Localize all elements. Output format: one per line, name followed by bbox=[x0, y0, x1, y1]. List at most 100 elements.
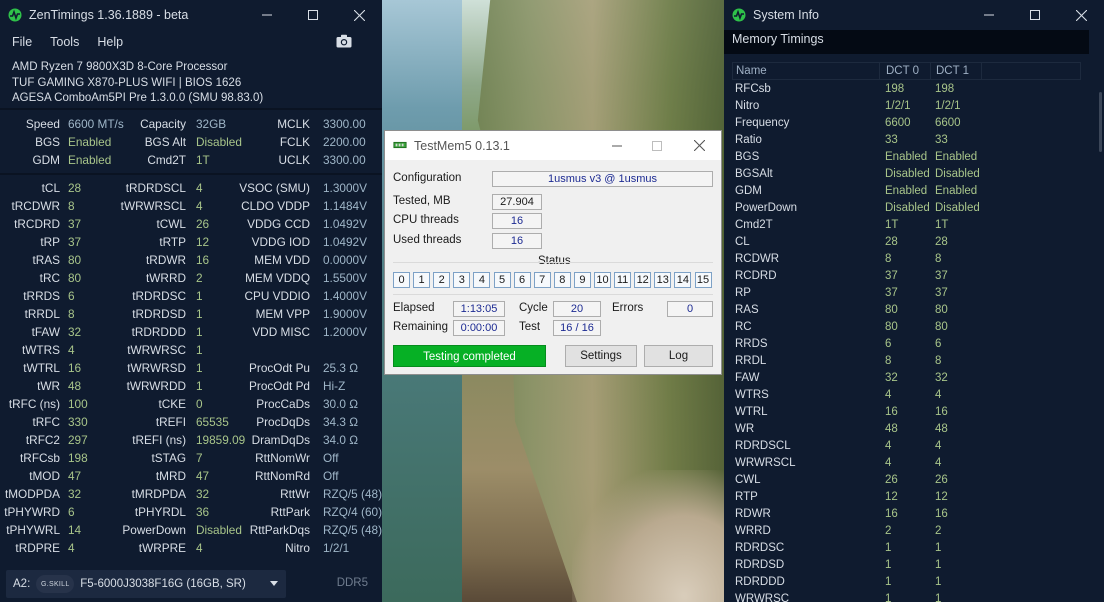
timings-row: GDM Enabled Cmd2T 1T UCLK 3300.00 bbox=[0, 153, 382, 171]
status-label: Status bbox=[538, 255, 571, 267]
timing-value: 8 bbox=[68, 199, 75, 213]
table-row: WRWRSCL 4 4 bbox=[724, 457, 1104, 474]
table-row: RAS 80 80 bbox=[724, 304, 1104, 321]
timing-value: 1.0492V bbox=[323, 217, 367, 231]
dct0-value: 8 bbox=[885, 355, 892, 367]
dct0-value: 4 bbox=[885, 389, 892, 401]
testmem5-titlebar[interactable]: TestMem5 0.13.1 bbox=[385, 131, 721, 160]
system-info-titlebar[interactable]: System Info bbox=[724, 0, 1104, 30]
dct0-value: 2 bbox=[885, 525, 892, 537]
maximize-icon bbox=[1030, 10, 1040, 20]
timing-value: 80 bbox=[68, 271, 82, 285]
configuration-field[interactable]: 1usmus v3 @ 1usmus bbox=[492, 171, 713, 187]
maximize-button[interactable] bbox=[290, 0, 336, 30]
timings-row: tRRDS 6 tRDRDSC 1 CPU VDDIO 1.4000V bbox=[0, 289, 382, 307]
minimize-icon bbox=[612, 145, 622, 146]
minimize-button[interactable] bbox=[966, 0, 1012, 30]
timing-value: 1.3000V bbox=[323, 181, 367, 195]
timing-name: RDRDSD bbox=[735, 559, 785, 571]
dct0-value: 1 bbox=[885, 576, 892, 588]
zentimings-titlebar[interactable]: ZenTimings 1.36.1889 - beta bbox=[0, 0, 382, 30]
dct0-value: 1/2/1 bbox=[885, 100, 911, 112]
column-header-name[interactable]: Name bbox=[736, 65, 767, 77]
cpu-name: AMD Ryzen 7 9800X3D 8-Core Processor bbox=[12, 61, 228, 73]
screenshot-button[interactable] bbox=[336, 34, 352, 51]
dimm-selector[interactable]: A2: G.SKILL F5-6000J3038F16G (16GB, SR) bbox=[6, 570, 286, 598]
timing-label: tMOD bbox=[29, 469, 60, 483]
thread-status-cell: 6 bbox=[513, 272, 531, 288]
minimize-button[interactable] bbox=[244, 0, 290, 30]
dct1-value: 6600 bbox=[935, 117, 961, 129]
column-divider bbox=[930, 63, 931, 79]
thread-status-cell: 10 bbox=[594, 272, 611, 288]
timing-value: 1.2000V bbox=[323, 325, 367, 339]
timing-value: Enabled bbox=[68, 135, 112, 149]
dct0-value: 8 bbox=[885, 253, 892, 265]
scrollbar[interactable] bbox=[1099, 92, 1102, 152]
timing-name: BGSAlt bbox=[735, 168, 773, 180]
timings-row: tRCDWR 8 tWRWRSCL 4 CLDO VDDP 1.1484V bbox=[0, 199, 382, 217]
dct0-value: 6 bbox=[885, 338, 892, 350]
timing-value: Off bbox=[323, 469, 339, 483]
maximize-button[interactable] bbox=[1012, 0, 1058, 30]
timing-value: 330 bbox=[68, 415, 88, 429]
dct1-value: 12 bbox=[935, 491, 948, 503]
timing-name: Cmd2T bbox=[735, 219, 773, 231]
timing-value: 34.3 Ω bbox=[323, 415, 359, 429]
table-row: WR 48 48 bbox=[724, 423, 1104, 440]
table-row: WRRD 2 2 bbox=[724, 525, 1104, 542]
table-row: RP 37 37 bbox=[724, 287, 1104, 304]
thread-status-cell: 4 bbox=[473, 272, 491, 288]
timing-label: tWTRL bbox=[23, 361, 60, 375]
gskill-logo-icon: G.SKILL bbox=[36, 575, 75, 593]
timing-label: Capacity bbox=[140, 117, 186, 131]
log-button[interactable]: Log bbox=[644, 345, 713, 367]
timing-label: tMODPDA bbox=[4, 487, 60, 501]
camera-icon bbox=[336, 34, 352, 48]
timings-row: tRDPRE 4 tWRPRE 4 Nitro 1/2/1 bbox=[0, 541, 382, 559]
timing-label: ProcCaDs bbox=[256, 397, 310, 411]
table-header: Name DCT 0 DCT 1 bbox=[732, 62, 1081, 80]
timing-label: tWRWRSD bbox=[127, 361, 186, 375]
table-row: RRDL 8 8 bbox=[724, 355, 1104, 372]
timing-label: CLDO VDDP bbox=[241, 199, 310, 213]
timing-value: 16 bbox=[196, 253, 210, 267]
settings-button[interactable]: Settings bbox=[565, 345, 637, 367]
minimize-button[interactable] bbox=[597, 131, 637, 161]
column-header-dct0[interactable]: DCT 0 bbox=[886, 65, 919, 77]
timing-name: RDRDSCL bbox=[735, 440, 791, 452]
column-divider bbox=[981, 63, 982, 79]
timing-value: 65535 bbox=[196, 415, 229, 429]
thread-status-cell: 11 bbox=[614, 272, 632, 288]
dct0-value: 198 bbox=[885, 83, 905, 95]
timing-value: 1.4000V bbox=[323, 289, 367, 303]
table-row: CWL 26 26 bbox=[724, 474, 1104, 491]
timing-label: CPU VDDIO bbox=[244, 289, 310, 303]
timing-label: MCLK bbox=[277, 117, 310, 131]
thread-status-cell: 9 bbox=[573, 272, 591, 288]
cpu-threads-value: 16 bbox=[492, 213, 542, 229]
timing-value: 100 bbox=[68, 397, 88, 411]
dct1-value: 1T bbox=[935, 219, 949, 231]
timing-value: 32GB bbox=[196, 117, 227, 131]
close-button[interactable] bbox=[1058, 0, 1104, 30]
timings-row: tFAW 32 tRDRDDD 1 VDD MISC 1.2000V bbox=[0, 325, 382, 343]
dct1-value: 26 bbox=[935, 474, 948, 486]
table-row: RDWR 16 16 bbox=[724, 508, 1104, 525]
dct0-value: 4 bbox=[885, 457, 892, 469]
timing-value: 1 bbox=[196, 361, 203, 375]
close-button[interactable] bbox=[677, 131, 721, 161]
table-row: RRDS 6 6 bbox=[724, 338, 1104, 355]
menu-tools[interactable]: Tools bbox=[50, 35, 79, 49]
status-divider bbox=[393, 294, 713, 295]
timing-value: 14 bbox=[68, 523, 82, 537]
timing-label: tWRWRSCL bbox=[120, 199, 186, 213]
timing-label: Speed bbox=[25, 117, 60, 131]
column-header-dct1[interactable]: DCT 1 bbox=[936, 65, 969, 77]
dct1-value: Enabled bbox=[935, 151, 978, 163]
close-button[interactable] bbox=[336, 0, 382, 30]
timing-name: RRDL bbox=[735, 355, 767, 367]
menu-help[interactable]: Help bbox=[97, 35, 123, 49]
dct0-value: 1 bbox=[885, 593, 892, 602]
menu-file[interactable]: File bbox=[12, 35, 32, 49]
